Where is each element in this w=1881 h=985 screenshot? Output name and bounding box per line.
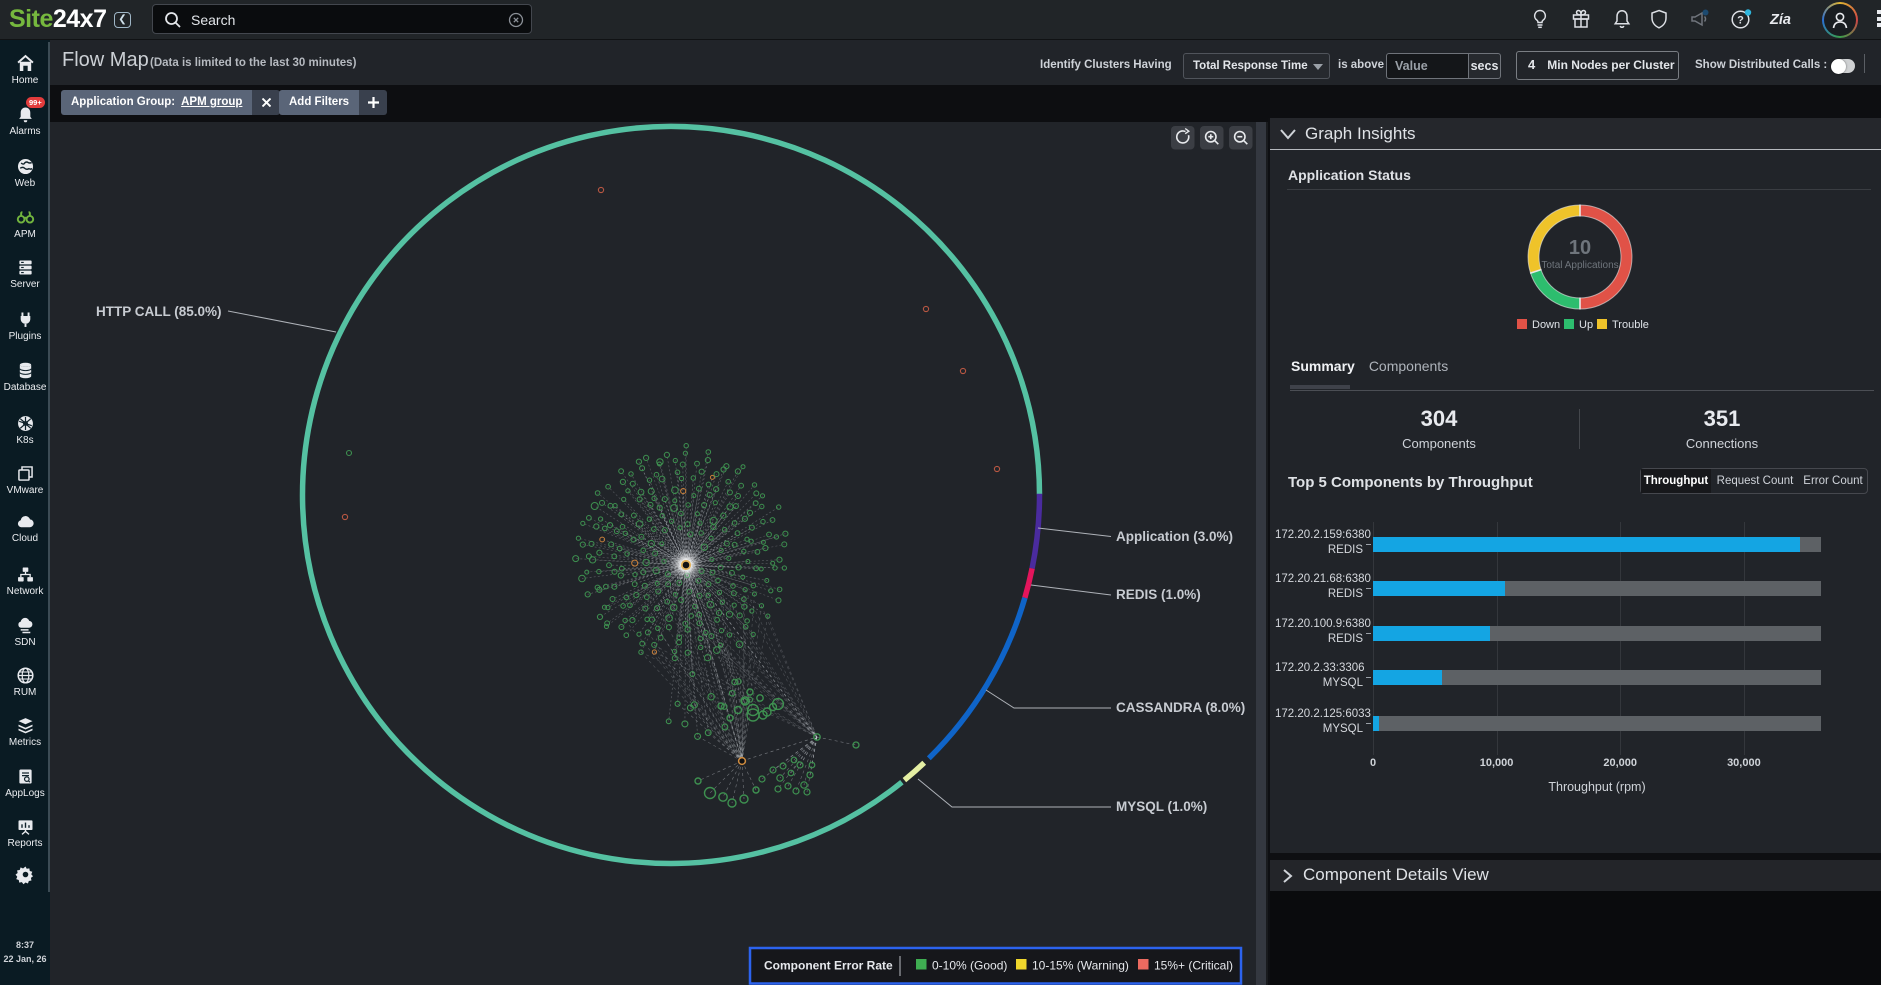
svg-text:0-10% (Good): 0-10% (Good): [932, 959, 1007, 973]
svg-text:10-15% (Warning): 10-15% (Warning): [1032, 959, 1129, 973]
svg-text:Component Error Rate: Component Error Rate: [764, 959, 893, 973]
svg-text:REDIS (1.0%): REDIS (1.0%): [1116, 587, 1201, 602]
svg-text:Application (3.0%): Application (3.0%): [1116, 529, 1233, 544]
svg-text:Zίa: Zίa: [1769, 12, 1791, 28]
svg-text:?: ?: [1737, 15, 1744, 27]
svg-text:HTTP CALL (85.0%): HTTP CALL (85.0%): [96, 304, 222, 319]
svg-text:15%+ (Critical): 15%+ (Critical): [1154, 959, 1233, 973]
svg-text:CASSANDRA (8.0%): CASSANDRA (8.0%): [1116, 700, 1245, 715]
svg-text:MYSQL (1.0%): MYSQL (1.0%): [1116, 799, 1207, 814]
